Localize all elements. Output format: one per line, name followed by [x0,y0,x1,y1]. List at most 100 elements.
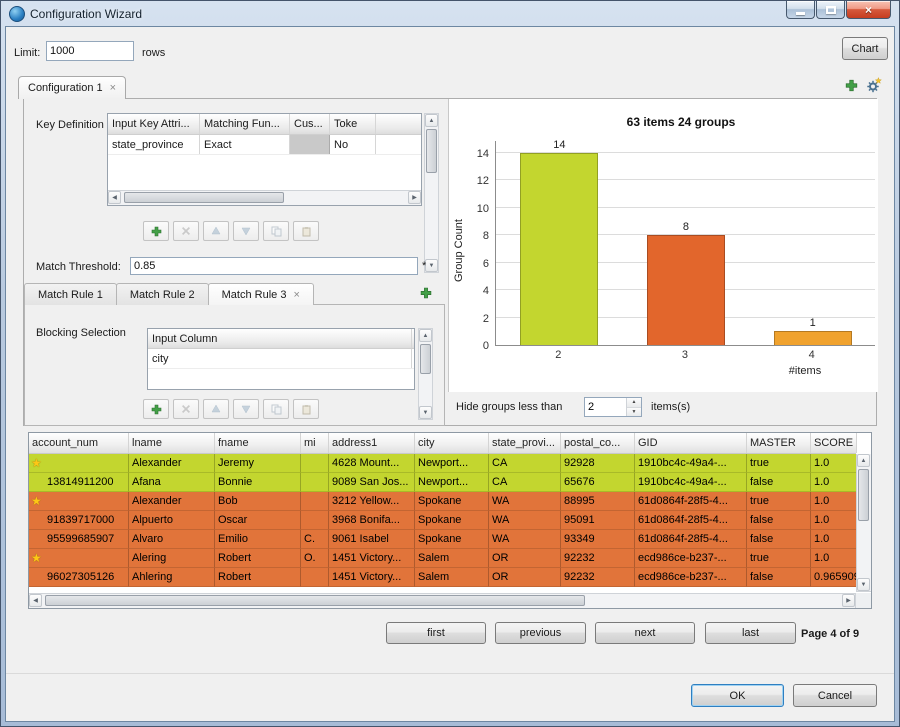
table-cell[interactable]: false [747,473,811,492]
table-cell[interactable]: O. [301,549,329,568]
table-cell[interactable]: Alpuerto [129,511,215,530]
spinner-up-icon[interactable]: ▲ [627,398,641,408]
table-cell[interactable]: 91839717000 [29,511,129,530]
table-cell[interactable]: 4628 Mount... [329,454,415,473]
table-cell[interactable]: 92232 [561,568,635,587]
scroll-right-icon[interactable]: ▶ [842,594,855,607]
paste-button[interactable] [293,221,319,241]
next-page-button[interactable]: next [595,622,695,644]
blocking-row[interactable]: city [148,349,414,369]
table-cell[interactable]: ecd986ce-b237-... [635,568,747,587]
results-column-header[interactable]: mi [301,433,329,453]
table-cell[interactable]: 1910bc4c-49a4-... [635,473,747,492]
table-cell[interactable]: true [747,492,811,511]
table-row[interactable]: ★AlexanderBob3212 Yellow...SpokaneWA8899… [29,492,856,511]
keydef-cell[interactable]: Exact [200,135,290,154]
results-column-header[interactable]: SCORE [811,433,857,453]
table-cell[interactable]: 9061 Isabel [329,530,415,549]
table-cell[interactable]: 96027305126 [29,568,129,587]
scroll-down-icon[interactable]: ▼ [425,259,438,272]
paste-button[interactable] [293,399,319,419]
table-cell[interactable] [301,492,329,511]
titlebar[interactable]: Configuration Wizard [5,1,895,26]
scroll-thumb[interactable] [124,192,284,203]
table-cell[interactable]: Afana [129,473,215,492]
table-cell[interactable]: 65676 [561,473,635,492]
table-cell[interactable]: OR [489,568,561,587]
results-column-header[interactable]: fname [215,433,301,453]
scroll-right-icon[interactable]: ▶ [408,191,421,204]
scroll-up-icon[interactable]: ▲ [419,329,432,342]
keydef-row[interactable]: state_provinceExactNo [108,135,421,155]
hide-groups-spinner[interactable]: ▲ ▼ [584,397,642,417]
keydef-column-header[interactable]: Input Key Attri... [108,114,200,134]
table-cell[interactable]: WA [489,511,561,530]
results-column-header[interactable]: address1 [329,433,415,453]
settings-wizard-icon[interactable] [866,77,882,93]
table-cell[interactable]: Bob [215,492,301,511]
add-configuration-icon[interactable] [845,79,858,92]
tab-close-icon[interactable]: × [110,83,116,93]
table-cell[interactable]: 1.0 [811,549,857,568]
move-up-button[interactable] [203,221,229,241]
keydef-column-header[interactable]: Matching Fun... [200,114,290,134]
results-table[interactable]: account_numlnamefnamemiaddress1citystate… [28,432,872,609]
table-cell[interactable]: Alexander [129,454,215,473]
table-cell[interactable]: 88995 [561,492,635,511]
keydef-cell[interactable] [290,135,330,154]
table-row[interactable]: 96027305126AhleringRobert1451 Victory...… [29,568,856,587]
table-cell[interactable]: ★ [29,454,129,473]
tab-match-rule-3[interactable]: Match Rule 3× [208,283,314,305]
table-cell[interactable]: 95091 [561,511,635,530]
table-row[interactable]: ★AlexanderJeremy4628 Mount...Newport...C… [29,454,856,473]
table-cell[interactable]: Bonnie [215,473,301,492]
table-cell[interactable]: Alering [129,549,215,568]
table-cell[interactable]: Salem [415,568,489,587]
table-cell[interactable]: 1.0 [811,530,857,549]
tab-close-icon[interactable]: × [293,290,299,300]
table-cell[interactable]: false [747,568,811,587]
table-cell[interactable]: false [747,511,811,530]
table-cell[interactable]: 1.0 [811,492,857,511]
results-column-header[interactable]: account_num [29,433,129,453]
table-cell[interactable]: Alvaro [129,530,215,549]
table-cell[interactable]: Emilio [215,530,301,549]
table-cell[interactable]: ★ [29,492,129,511]
table-cell[interactable]: Spokane [415,492,489,511]
table-cell[interactable]: 9089 San Jos... [329,473,415,492]
scroll-thumb[interactable] [858,469,869,521]
table-cell[interactable]: OR [489,549,561,568]
chart-button[interactable]: Chart [842,37,888,60]
spinner-down-icon[interactable]: ▼ [627,408,641,417]
results-column-header[interactable]: state_provi... [489,433,561,453]
table-cell[interactable]: Ahlering [129,568,215,587]
scroll-thumb[interactable] [420,344,431,374]
table-cell[interactable]: Newport... [415,473,489,492]
table-cell[interactable]: 0.9659090... [811,568,857,587]
table-cell[interactable] [301,473,329,492]
table-cell[interactable]: Oscar [215,511,301,530]
table-cell[interactable]: Spokane [415,530,489,549]
add-row-button[interactable] [143,399,169,419]
table-cell[interactable]: 1451 Victory... [329,549,415,568]
table-cell[interactable]: 61d0864f-28f5-4... [635,530,747,549]
hide-groups-input[interactable] [585,398,626,416]
add-row-button[interactable] [143,221,169,241]
table-cell[interactable]: Salem [415,549,489,568]
table-cell[interactable]: 92232 [561,549,635,568]
table-cell[interactable]: true [747,454,811,473]
add-match-rule-icon[interactable] [420,287,432,299]
keydef-column-header[interactable]: Cus... [290,114,330,134]
table-cell[interactable]: 61d0864f-28f5-4... [635,511,747,530]
scroll-up-icon[interactable]: ▲ [857,454,870,467]
table-cell[interactable]: 1910bc4c-49a4-... [635,454,747,473]
table-cell[interactable]: 1.0 [811,454,857,473]
move-up-button[interactable] [203,399,229,419]
delete-row-button[interactable] [173,399,199,419]
table-row[interactable]: 91839717000AlpuertoOscar3968 Bonifa...Sp… [29,511,856,530]
keydef-column-header[interactable]: Toke [330,114,376,134]
copy-button[interactable] [263,221,289,241]
key-definition-table[interactable]: Input Key Attri...Matching Fun...Cus...T… [107,113,422,206]
match-threshold-input[interactable] [130,257,418,275]
results-column-header[interactable]: MASTER [747,433,811,453]
